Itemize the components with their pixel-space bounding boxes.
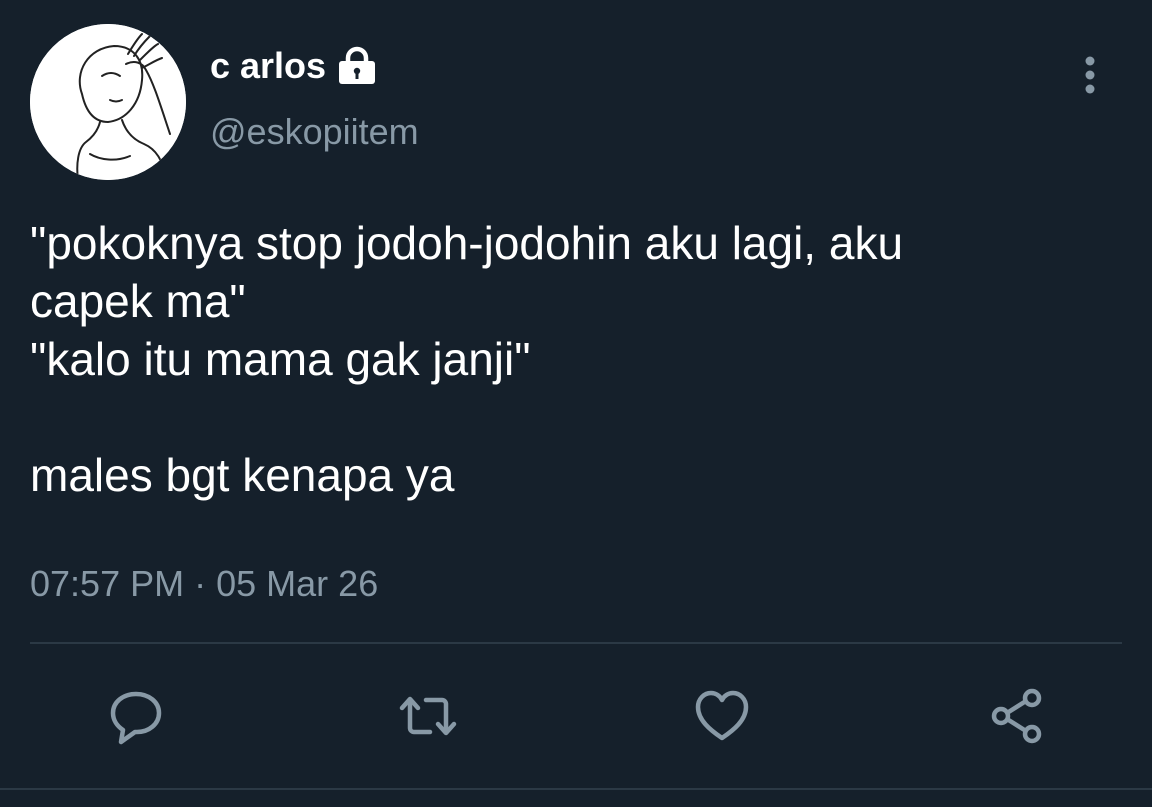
- tweet-date[interactable]: 05 Mar 26: [216, 563, 378, 604]
- retweet-button[interactable]: [398, 686, 458, 746]
- share-button[interactable]: [988, 686, 1048, 746]
- handle[interactable]: @eskopiitem: [210, 110, 419, 154]
- retweet-icon: [399, 696, 457, 736]
- reply-icon: [110, 691, 162, 745]
- like-button[interactable]: [692, 686, 752, 746]
- meta-separator: ·: [194, 563, 207, 604]
- display-name-text: c arlos: [210, 45, 327, 86]
- more-button[interactable]: [1068, 50, 1112, 100]
- tweet-meta: 07:57 PM · 05 Mar 26: [30, 562, 378, 606]
- share-icon: [991, 688, 1042, 744]
- display-name[interactable]: c arlos: [210, 44, 378, 88]
- divider: [30, 642, 1122, 644]
- tweet-time[interactable]: 07:57 PM: [30, 563, 184, 604]
- avatar[interactable]: [30, 24, 186, 180]
- lock-icon: [336, 46, 378, 86]
- heart-icon: [695, 690, 749, 741]
- bottom-divider: [0, 788, 1152, 790]
- facepalm-meme-avatar: [30, 24, 186, 180]
- reply-button[interactable]: [106, 686, 166, 746]
- more-vertical-icon: [1085, 56, 1095, 94]
- tweet-text: "pokoknya stop jodoh-jodohin aku lagi, a…: [30, 217, 904, 501]
